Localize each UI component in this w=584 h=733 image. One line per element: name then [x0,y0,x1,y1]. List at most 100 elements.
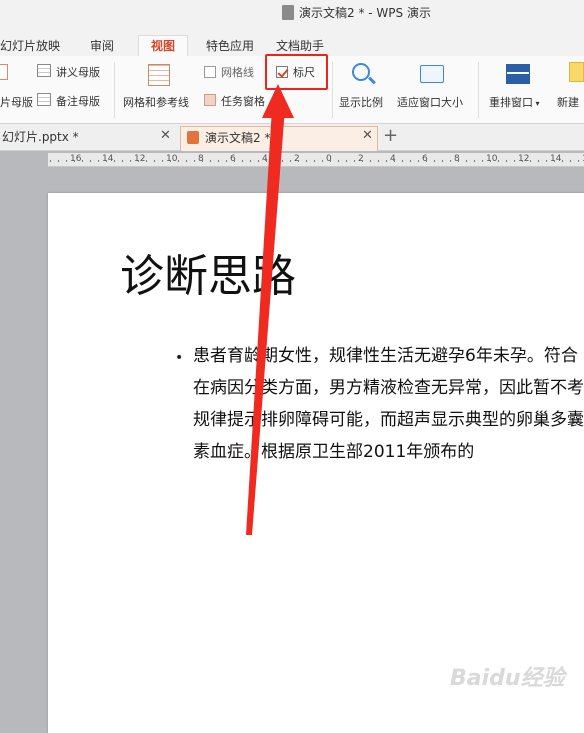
ruler-number: 6 [230,154,236,164]
notes-master-button[interactable]: 备注母版 [56,93,100,109]
ruler-tick [258,160,259,162]
ruler-number: 8 [198,154,204,164]
ruler-number: 10 [486,154,498,164]
magnifier-handle [368,76,376,85]
ruler-number: 4 [262,154,268,164]
ruler-number: 14 [102,154,114,164]
zoom-button[interactable]: 显示比例 [339,94,383,110]
ruler-tick [386,160,387,162]
new-window-button[interactable]: 新建 [557,94,579,110]
ruler-tick [394,160,395,162]
slide-body-text[interactable]: 患者育龄期女性，规律性生活无避孕6年未孕。符合 在病因分类方面，男方精液检查无异… [193,340,584,468]
ruler-tick [418,160,419,162]
ruler-tick [370,160,371,162]
ruler-tick [546,160,547,162]
slide-master-icon [0,64,8,80]
ruler-tick [402,160,403,162]
ruler-tick [234,160,235,162]
ruler-tick [338,160,339,162]
tab-review[interactable]: 审阅 [90,36,114,56]
ruler-tick [354,160,355,162]
ruler-tick [346,160,347,162]
gridlines-label: 网格线 [221,66,254,79]
ruler-tick [490,160,491,162]
ruler-tick [194,160,195,162]
ruler-tick [562,160,563,162]
doctab-slides[interactable]: 幻灯片.pptx * [2,126,79,151]
task-pane-checkbox[interactable] [204,94,216,106]
ruler-number: 6 [422,154,428,164]
ruler-number: 16 [70,154,82,164]
ruler-number: 8 [454,154,460,164]
slide-master-button[interactable]: 片母版 [0,94,33,110]
ruler-tick [322,160,323,162]
ruler-highlight-box [265,54,328,90]
body-line: 规律提示排卵障碍可能，而超声显示典型的卵巢多囊 [193,410,584,430]
bullet-point-icon: • [175,350,184,366]
horizontal-ruler[interactable]: 1614121086420246810121416 [48,153,584,167]
ruler-tick [130,160,131,162]
ruler-tick [66,160,67,162]
ruler-tick [178,160,179,162]
gridlines-checkbox[interactable] [204,66,216,78]
slide-title[interactable]: 诊断思路 [120,240,296,304]
title-bar: 演示文稿2 * - WPS 演示 [0,0,584,34]
fit-window-icon [420,65,444,83]
ruler-tick [466,160,467,162]
ribbon-separator [332,62,333,118]
ruler-tick [146,160,147,162]
ruler-number: 2 [358,154,364,164]
ribbon-separator [114,62,115,118]
ruler-tick [242,160,243,162]
document-icon [282,5,294,20]
ruler-tick [498,160,499,162]
tab-special-apps[interactable]: 特色应用 [206,36,254,56]
ruler-tick [458,160,459,162]
tab-slideshow[interactable]: 幻灯片放映 [0,36,60,56]
task-pane-label: 任务窗格 [221,95,265,108]
grid-guides-button[interactable]: 网格和参考线 [123,94,189,110]
ruler-tick [570,160,571,162]
ruler-tick [378,160,379,162]
ruler-tick [226,160,227,162]
ruler-number: 2 [294,154,300,164]
close-icon[interactable]: ✕ [160,128,171,143]
arrange-window-icon [506,64,530,84]
tab-doc-assistant[interactable]: 文档助手 [276,36,324,56]
presentation-file-icon [187,131,199,144]
ruler-tick [210,160,211,162]
ruler-tick [554,160,555,162]
tab-view[interactable]: 视图 [138,35,189,57]
close-icon[interactable]: ✕ [362,128,373,143]
ruler-tick [162,160,163,162]
fit-window-button[interactable]: 适应窗口大小 [397,94,463,110]
handout-master-button[interactable]: 讲义母版 [56,64,100,80]
arrange-window-button[interactable]: 重排窗口 ▾ [489,94,540,110]
new-tab-plus-icon[interactable]: + [383,125,398,146]
ruler-tick [202,160,203,162]
ruler-tick [114,160,115,162]
ruler-tick [90,160,91,162]
ruler-tick [314,160,315,162]
notes-master-icon [37,93,51,106]
ribbon-tabs: 幻灯片放映 审阅 视图 特色应用 文档助手 [0,34,584,57]
ruler-tick [218,160,219,162]
ruler-tick [122,160,123,162]
doctab-presentation2[interactable]: 演示文稿2 * [180,126,378,151]
ruler-tick [58,160,59,162]
ruler-tick [274,160,275,162]
ruler-tick [578,160,579,162]
ruler-tick [434,160,435,162]
ruler-tick [250,160,251,162]
arrange-window-label: 重排窗口 [489,96,533,109]
ruler-tick [98,160,99,162]
ruler-tick [138,160,139,162]
new-window-icon [569,62,584,82]
ruler-tick [426,160,427,162]
chevron-down-icon: ▾ [533,99,540,108]
handout-master-icon [37,64,51,77]
ruler-tick [450,160,451,162]
ruler-tick [82,160,83,162]
ruler-tick [282,160,283,162]
body-line: 在病因分类方面，男方精液检查无异常，因此暂不考 [193,378,584,398]
